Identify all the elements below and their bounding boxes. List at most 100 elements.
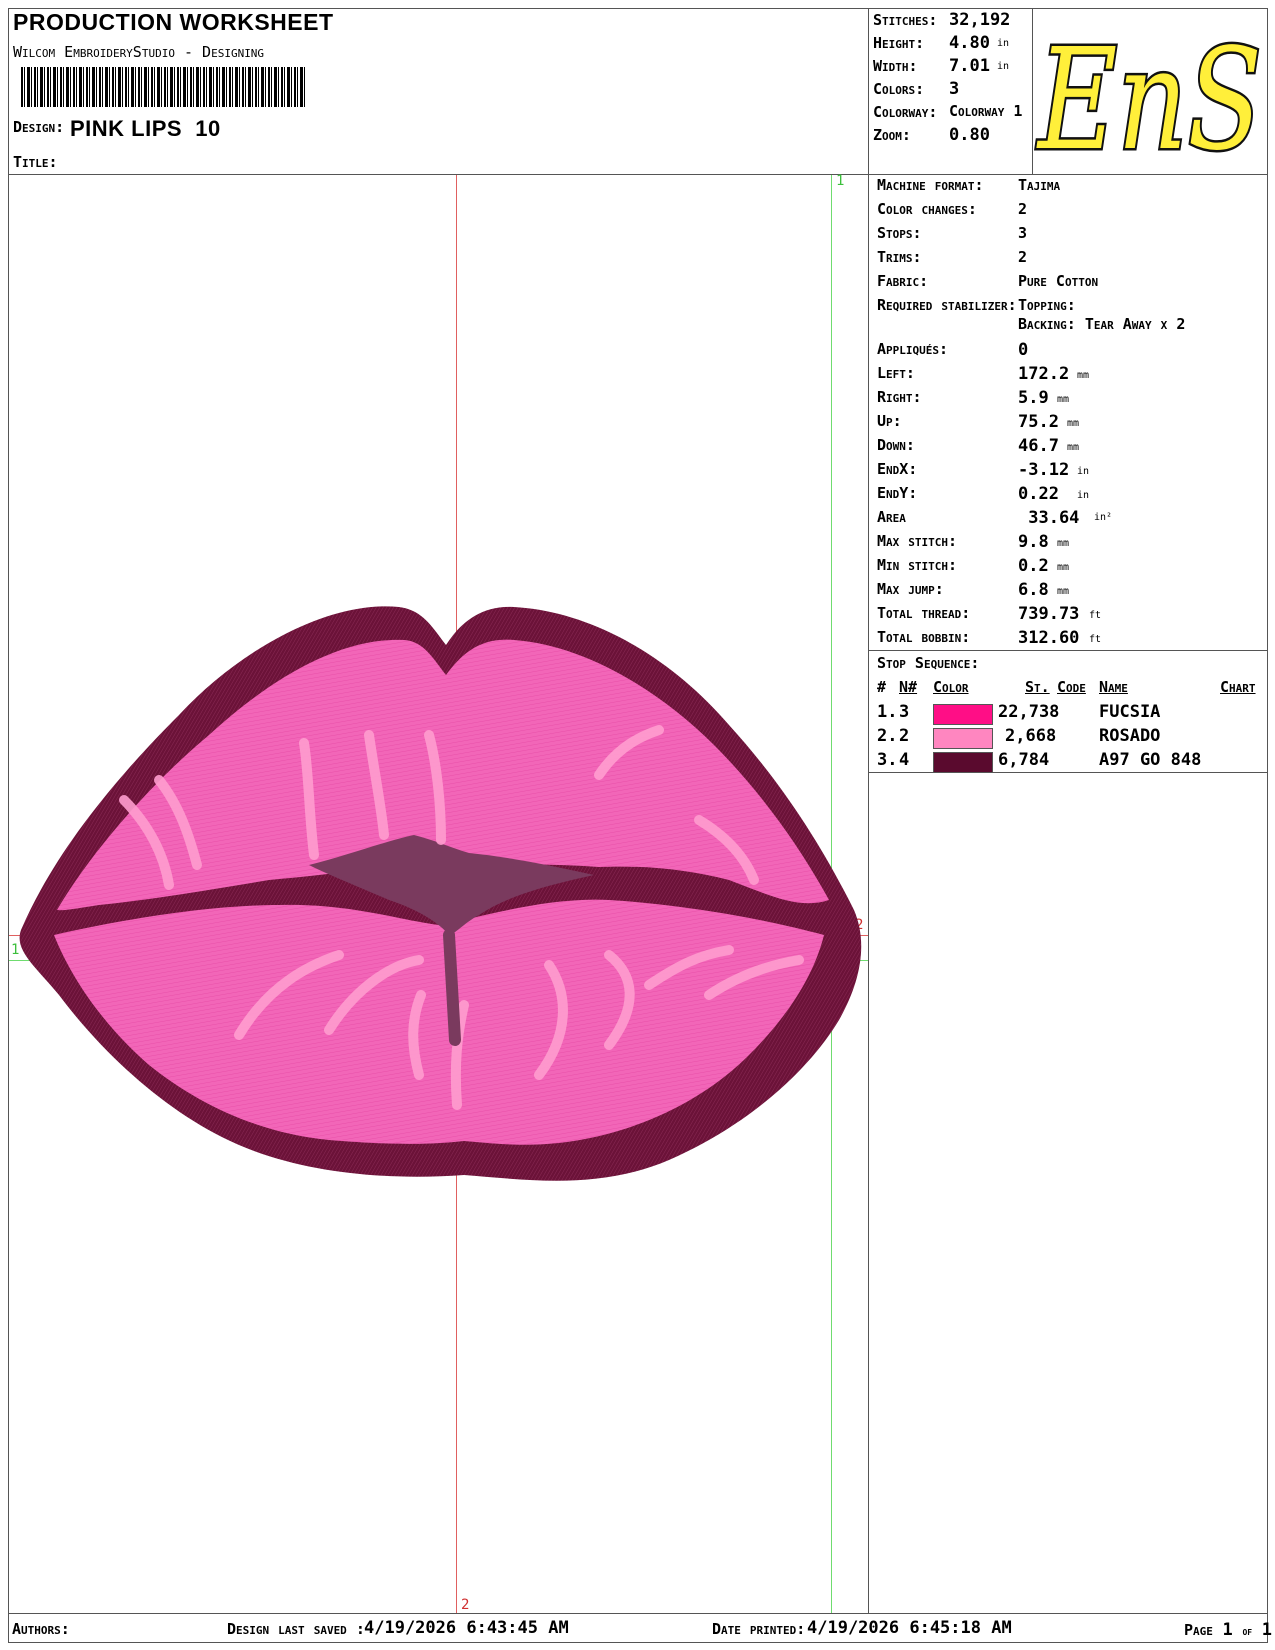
spec-row: Total bobbin: 312.60 ft xyxy=(877,628,1267,652)
spec-unit: mm xyxy=(1057,586,1070,597)
spec-label: Trims: xyxy=(877,248,922,266)
spec-row: Right: 5.9 mm xyxy=(877,388,1267,412)
col-code: Code xyxy=(1057,678,1086,696)
title-label: Title: xyxy=(13,153,58,171)
spec-value: 46.7 xyxy=(1018,436,1059,456)
stop-name: A97 GO 848 xyxy=(1099,750,1202,770)
spec-label: Max stitch: xyxy=(877,532,958,550)
spec-label: Color changes: xyxy=(877,200,977,218)
stop-name: FUCSIA xyxy=(1099,702,1161,722)
width-label: Width: xyxy=(873,57,918,75)
spec-value: Tajima xyxy=(1018,176,1061,194)
spec-unit: in xyxy=(1077,466,1090,477)
col-chart: Chart xyxy=(1220,678,1256,696)
spec-unit: mm xyxy=(1057,538,1070,549)
spec-row: Area 33.64 in² xyxy=(877,508,1267,532)
zoom-label: Zoom: xyxy=(873,126,911,144)
of-label: of xyxy=(1242,1625,1253,1638)
page-total: 1 xyxy=(1261,1620,1272,1640)
stop-num: 2. xyxy=(877,726,898,746)
printed-label: Date printed: xyxy=(712,1620,806,1638)
spec-row: Color changes: 2 xyxy=(877,200,1267,224)
spec-label: Right: xyxy=(877,388,922,406)
spec-row: Appliqués: 0 xyxy=(877,340,1267,364)
spec-value: -3.12 xyxy=(1018,460,1070,480)
spec-value: 312.60 xyxy=(1018,628,1080,648)
spec-label: Down: xyxy=(877,436,915,454)
spec-label: Total bobbin: xyxy=(877,628,971,646)
lips-design xyxy=(19,606,862,1181)
col-num: # xyxy=(877,678,887,696)
ens-logo: EnS xyxy=(1034,17,1265,174)
stabilizer-topping: Topping: xyxy=(1018,296,1076,314)
spec-label: Max jump: xyxy=(877,580,944,598)
stop-sequence-header: # N# Color St. Code Name Chart xyxy=(877,678,1265,700)
spec-row: Machine format: Tajima xyxy=(877,176,1267,200)
height-label: Height: xyxy=(873,34,925,52)
stop-row: 3. 4 6,784 A97 GO 848 xyxy=(877,750,1265,773)
spec-row: EndX: -3.12 in xyxy=(877,460,1267,484)
height-value: 4.80 xyxy=(949,33,990,53)
spec-value: 0.22 xyxy=(1018,484,1059,504)
spec-unit: mm xyxy=(1067,418,1080,429)
zoom-value: 0.80 xyxy=(949,125,990,145)
spec-row: EndY: 0.22 in xyxy=(877,484,1267,508)
width-unit: in xyxy=(997,61,1010,72)
spec-label: Machine format: xyxy=(877,176,984,194)
stop-sequence-table: # N# Color St. Code Name Chart 1. 3 22,7… xyxy=(877,678,1265,773)
spec-value: 172.2 xyxy=(1018,364,1070,384)
design-label: Design: xyxy=(13,118,65,136)
page-label: Page xyxy=(1184,1621,1213,1639)
spec-value: 739.73 xyxy=(1018,604,1080,624)
spec-unit: mm xyxy=(1057,562,1070,573)
spec-label: Area xyxy=(877,508,906,526)
stop-sequence-bottom-divider xyxy=(868,772,1268,773)
authors-label: Authors: xyxy=(12,1620,70,1638)
footer: Authors: Design last saved : 4/19/2026 6… xyxy=(12,1618,1272,1642)
stop-n: 3 xyxy=(899,702,910,722)
spec-unit: mm xyxy=(1057,394,1070,405)
colors-value: 3 xyxy=(949,79,960,99)
spec-value: 0 xyxy=(1018,340,1029,360)
stop-stitches: 6,784 xyxy=(998,750,1050,770)
spec-value: 5.9 xyxy=(1018,388,1049,408)
spec-row: Min stitch: 0.2 mm xyxy=(877,556,1267,580)
spec-unit: ft xyxy=(1089,610,1102,621)
color-swatch xyxy=(933,728,993,749)
stitches-value: 32,192 xyxy=(949,10,1011,30)
stabilizer-backing: Backing: Tear Away x 2 xyxy=(1018,315,1186,333)
colors-label: Colors: xyxy=(873,80,925,98)
stop-stitches: 2,668 xyxy=(1005,726,1057,746)
spec-row: Up: 75.2 mm xyxy=(877,412,1267,436)
col-n: N# xyxy=(899,678,918,696)
spec-label: Up: xyxy=(877,412,902,430)
design-name: PINK LIPS 10 xyxy=(70,116,221,141)
spec-row: Left: 172.2 mm xyxy=(877,364,1267,388)
stitches-label: Stitches: xyxy=(873,11,938,29)
logo-text: EnS xyxy=(1036,19,1262,173)
height-unit: in xyxy=(997,38,1010,49)
software-name: Wilcom EmbroideryStudio - Designing xyxy=(13,43,265,61)
page-indicator: Page 1 of 1 xyxy=(1184,1620,1272,1640)
spec-row: Max stitch: 9.8 mm xyxy=(877,532,1267,556)
stop-row: 2. 2 2,668 ROSADO xyxy=(877,726,1265,749)
stop-n: 4 xyxy=(899,750,910,770)
width-value: 7.01 xyxy=(949,56,990,76)
spec-label: Total thread: xyxy=(877,604,971,622)
spec-value: Pure Cotton xyxy=(1018,272,1099,290)
spec-value: 33.64 xyxy=(1018,508,1080,528)
spec-row: Stops: 3 xyxy=(877,224,1267,248)
color-swatch xyxy=(933,752,993,773)
spec-label: Left: xyxy=(877,364,915,382)
stop-num: 3. xyxy=(877,750,898,770)
saved-value: 4/19/2026 6:43:45 AM xyxy=(364,1618,569,1638)
spec-row: Total thread: 739.73 ft xyxy=(877,604,1267,628)
spec-label: Fabric: xyxy=(877,272,929,290)
col-name: Name xyxy=(1099,678,1128,696)
cleft-line xyxy=(443,929,461,1046)
spec-value: 6.8 xyxy=(1018,580,1049,600)
colorway-value: Colorway 1 xyxy=(949,102,1023,120)
spec-row: Fabric: Pure Cotton xyxy=(877,272,1267,296)
stop-stitches: 22,738 xyxy=(998,702,1060,722)
spec-value: 2 xyxy=(1018,200,1028,218)
